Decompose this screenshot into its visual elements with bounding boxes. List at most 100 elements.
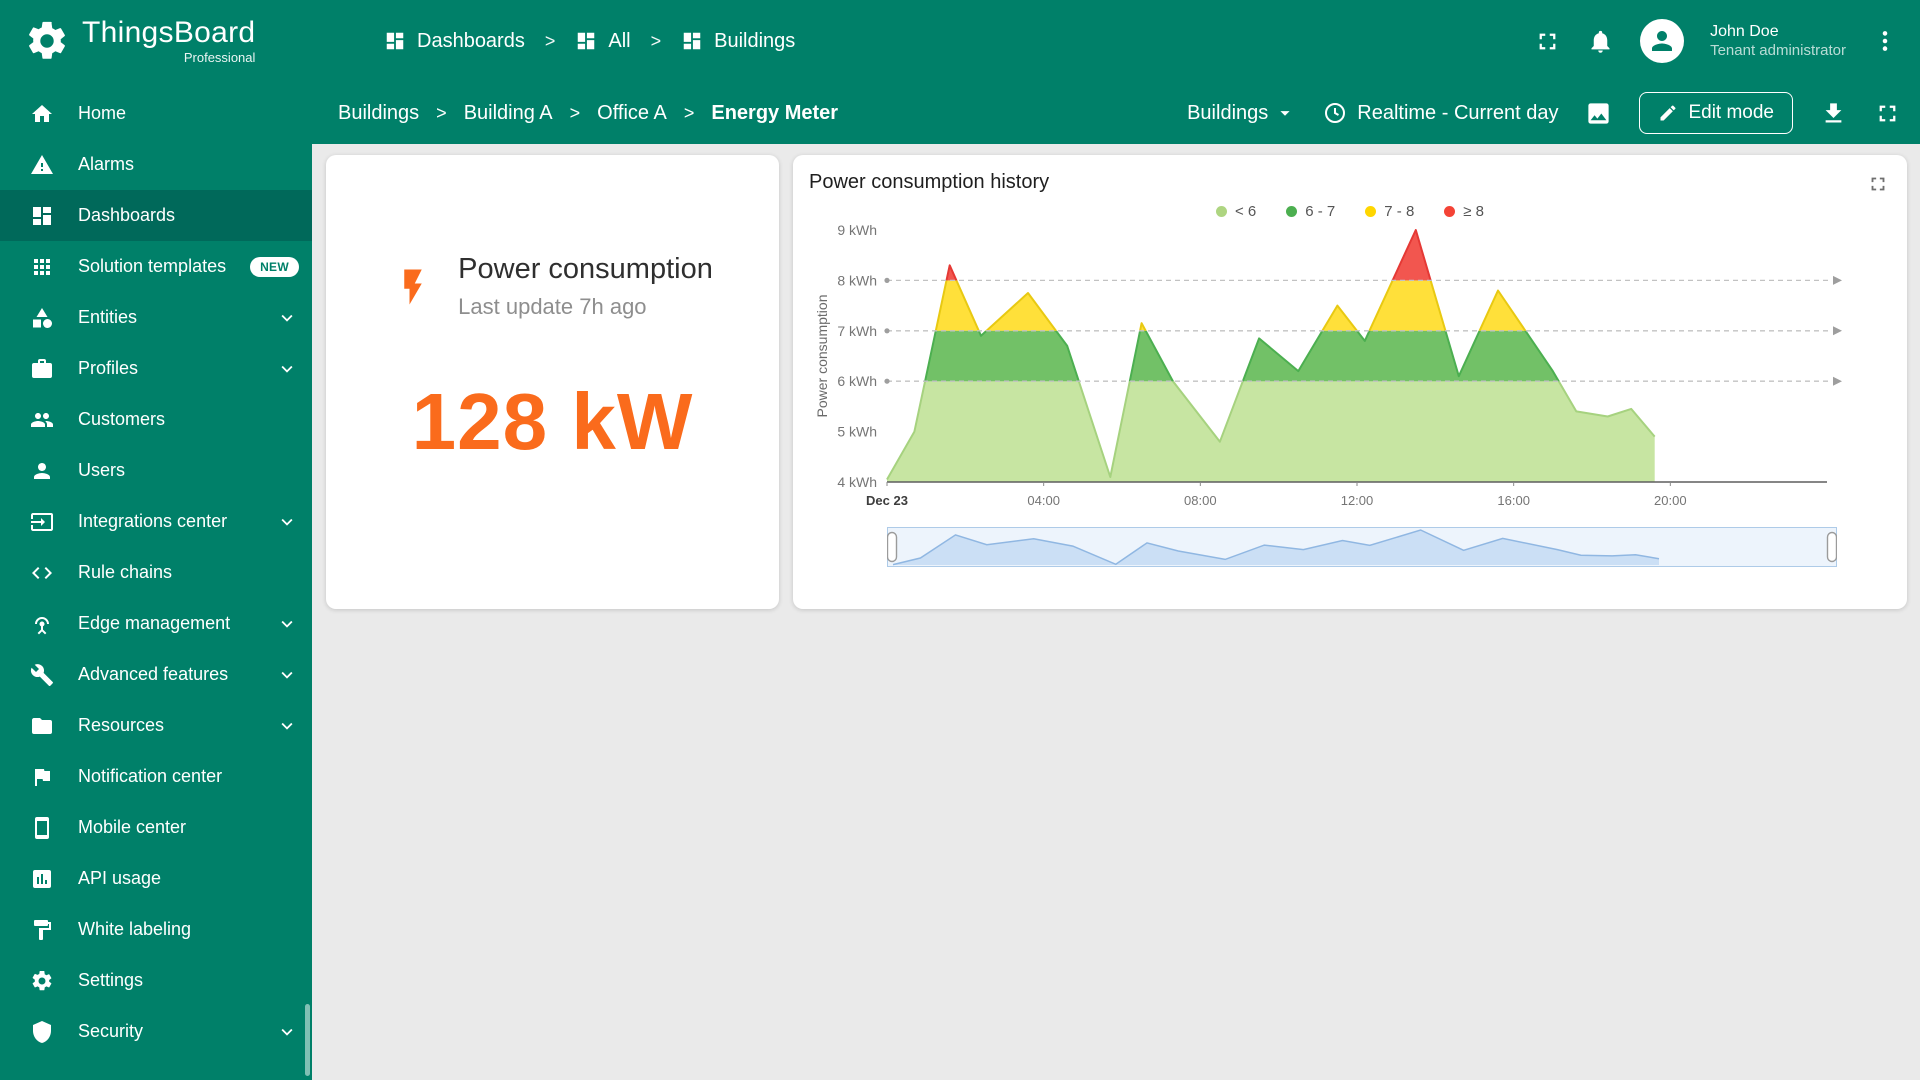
brand-name: ThingsBoard — [82, 17, 255, 49]
legend-label: ≥ 8 — [1463, 203, 1484, 220]
timewindow-button[interactable]: Realtime - Current day — [1323, 101, 1558, 125]
notification-icon — [30, 765, 54, 789]
svg-text:6 kWh: 6 kWh — [837, 373, 877, 389]
chart-legend: < 6 6 - 7 7 - 8 ≥ 8 — [809, 203, 1891, 220]
warning-icon — [30, 153, 54, 177]
legend-item[interactable]: 6 - 7 — [1286, 203, 1335, 220]
sidebar-item-label: Profiles — [78, 358, 252, 379]
legend-item[interactable]: 7 - 8 — [1365, 203, 1414, 220]
svg-text:9 kWh: 9 kWh — [837, 222, 877, 238]
breadcrumb-separator: > — [684, 103, 695, 124]
sidebar-item-resources[interactable]: Resources — [0, 700, 312, 751]
legend-item[interactable]: ≥ 8 — [1444, 203, 1484, 220]
dashboard-image-button[interactable] — [1585, 100, 1612, 127]
state-select[interactable]: Buildings — [1187, 102, 1296, 125]
svg-text:Dec 23: Dec 23 — [866, 493, 908, 508]
fullscreen-button[interactable] — [1534, 28, 1561, 55]
svg-text:7 kWh: 7 kWh — [837, 323, 877, 339]
power-consumption-card: Power consumption Last update 7h ago 128… — [326, 155, 779, 609]
power-card-title: Power consumption — [458, 253, 713, 286]
sidebar-item-solution-templates[interactable]: Solution templatesNEW — [0, 241, 312, 292]
sidebar-item-white-labeling[interactable]: White labeling — [0, 904, 312, 955]
nav-left-handle[interactable] — [888, 533, 897, 562]
user-info: John Doe Tenant administrator — [1710, 22, 1846, 61]
settings-icon — [30, 969, 54, 993]
breadcrumb-buildings[interactable]: Buildings — [681, 30, 795, 53]
breadcrumb-building-a[interactable]: Building A — [464, 102, 553, 125]
breadcrumb-office-a[interactable]: Office A — [597, 102, 667, 125]
sidebar-item-label: Users — [78, 460, 298, 481]
sidebar-item-notification-center[interactable]: Notification center — [0, 751, 312, 802]
user-avatar[interactable] — [1640, 19, 1684, 63]
legend-dot-icon — [1365, 206, 1376, 217]
sidebar-item-label: Customers — [78, 409, 298, 430]
home-icon — [30, 102, 54, 126]
legend-dot-icon — [1216, 206, 1227, 217]
breadcrumb-buildings[interactable]: Buildings — [338, 102, 419, 125]
sidebar-item-settings[interactable]: Settings — [0, 955, 312, 1006]
sidebar-item-security[interactable]: Security — [0, 1006, 312, 1057]
widget-fullscreen-button[interactable] — [1865, 171, 1891, 197]
sidebar-item-rule-chains[interactable]: Rule chains — [0, 547, 312, 598]
sidebar-item-label: Home — [78, 103, 298, 124]
sidebar-item-api-usage[interactable]: API usage — [0, 853, 312, 904]
lightning-bolt-icon — [392, 254, 434, 320]
chevron-down-icon — [276, 511, 298, 533]
sidebar-item-entities[interactable]: Entities — [0, 292, 312, 343]
legend-item[interactable]: < 6 — [1216, 203, 1256, 220]
sidebar-item-home[interactable]: Home — [0, 88, 312, 139]
legend-dot-icon — [1286, 206, 1297, 217]
kebab-icon — [1872, 28, 1898, 54]
edit-mode-button[interactable]: Edit mode — [1639, 92, 1793, 134]
sidebar-item-label: Notification center — [78, 766, 298, 787]
svg-text:12:00: 12:00 — [1341, 493, 1374, 508]
breadcrumb-separator: > — [545, 31, 556, 52]
sidebar-item-customers[interactable]: Customers — [0, 394, 312, 445]
fullscreen-icon — [1874, 100, 1901, 127]
new-badge: NEW — [250, 257, 299, 277]
sidebar-item-advanced-features[interactable]: Advanced features — [0, 649, 312, 700]
customers-icon — [30, 408, 54, 432]
nav-right-handle[interactable] — [1828, 533, 1837, 562]
sidebar-item-profiles[interactable]: Profiles — [0, 343, 312, 394]
caret-down-icon — [1274, 102, 1296, 124]
fullscreen-icon — [1534, 28, 1561, 55]
brand-logo[interactable]: ThingsBoard Professional — [24, 17, 316, 66]
brand-gear-icon — [24, 18, 70, 64]
history-nav-svg[interactable] — [887, 524, 1837, 570]
download-button[interactable] — [1820, 100, 1847, 127]
sidebar-item-label: White labeling — [78, 919, 298, 940]
user-name: John Doe — [1710, 22, 1846, 42]
top-header: ThingsBoard Professional Dashboards > Al… — [0, 0, 1920, 82]
apps-icon — [30, 255, 54, 279]
sidebar-item-alarms[interactable]: Alarms — [0, 139, 312, 190]
dashboard-fullscreen-button[interactable] — [1874, 100, 1901, 127]
history-card-title: Power consumption history — [809, 171, 1865, 194]
power-card-header: Power consumption Last update 7h ago — [326, 253, 779, 320]
svg-text:04:00: 04:00 — [1027, 493, 1060, 508]
chevron-down-icon — [276, 1021, 298, 1043]
notifications-button[interactable] — [1587, 28, 1614, 55]
bell-icon — [1587, 28, 1614, 55]
image-icon — [1585, 100, 1612, 127]
breadcrumb-dashboards[interactable]: Dashboards — [384, 30, 525, 53]
state-select-value: Buildings — [1187, 102, 1268, 125]
chevron-down-icon — [276, 664, 298, 686]
dashboard-icon — [575, 30, 597, 52]
sidebar-item-integrations-center[interactable]: Integrations center — [0, 496, 312, 547]
sidebar-item-mobile-center[interactable]: Mobile center — [0, 802, 312, 853]
pencil-icon — [1658, 103, 1678, 123]
sidebar: Home AlarmsDashboardsSolution templatesNE… — [0, 82, 312, 1080]
dashboard-toolbar: Buildings > Building A > Office A > Ener… — [312, 82, 1920, 144]
legend-dot-icon — [1444, 206, 1455, 217]
sidebar-item-edge-management[interactable]: Edge management — [0, 598, 312, 649]
breadcrumb-all[interactable]: All — [575, 30, 630, 53]
sidebar-item-dashboards[interactable]: Dashboards — [0, 190, 312, 241]
more-menu-button[interactable] — [1872, 28, 1898, 54]
breadcrumb-separator: > — [570, 103, 581, 124]
mobile-icon — [30, 816, 54, 840]
sidebar-item-label: Settings — [78, 970, 298, 991]
integrations-icon — [30, 510, 54, 534]
sidebar-item-users[interactable]: Users — [0, 445, 312, 496]
fullscreen-icon — [1867, 173, 1889, 195]
